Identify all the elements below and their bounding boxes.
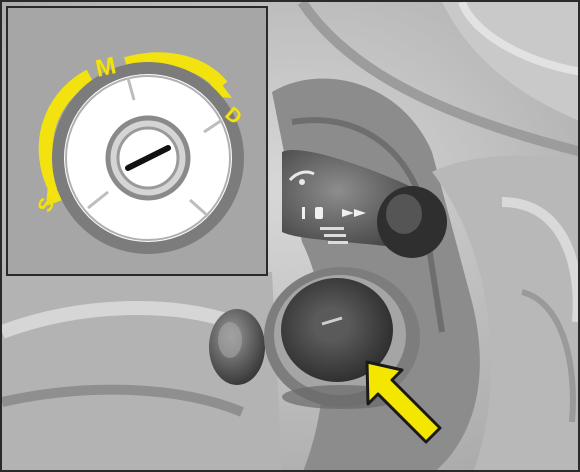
key-position-inset: S M D — [6, 6, 268, 276]
ignition-photo: S M D — [0, 0, 580, 472]
key-position-diagram — [8, 8, 266, 274]
ignition-lock-face — [52, 62, 244, 254]
